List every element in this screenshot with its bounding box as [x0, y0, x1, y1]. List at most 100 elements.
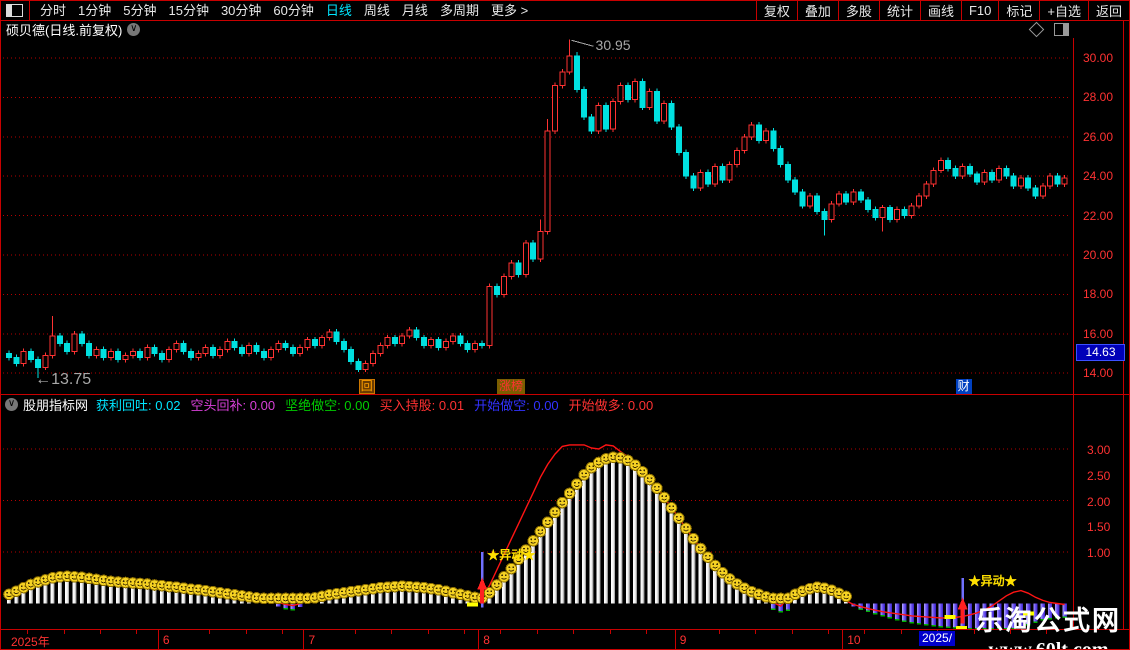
date-axis-tick	[246, 630, 247, 634]
last-price-marker: 14.63	[1076, 344, 1125, 361]
price-annotation: 30.95	[595, 37, 631, 54]
date-axis-tick	[646, 630, 647, 634]
date-axis-tick	[100, 630, 101, 634]
title-icons	[1028, 21, 1091, 38]
price-axis-label: 18.00	[1083, 287, 1114, 302]
date-axis-tick	[755, 630, 756, 634]
price-annotation: ←13.75	[35, 371, 92, 389]
period-tab-60分钟[interactable]: 60分钟	[273, 2, 313, 20]
date-axis-tick	[282, 630, 283, 634]
indicator-collapse-icon[interactable]: ∨	[5, 397, 18, 411]
indicator-legend-item: 买入持股: 0.01	[379, 397, 465, 413]
period-tab-15分钟[interactable]: 15分钟	[168, 2, 208, 20]
date-axis-label: 8	[483, 633, 490, 647]
date-axis-label: 6	[162, 633, 170, 647]
date-axis-tick	[537, 630, 538, 634]
date-axis-tick	[209, 630, 210, 634]
month-separator	[842, 630, 844, 649]
month-separator	[303, 630, 305, 649]
date-axis-tick	[355, 630, 356, 634]
period-tab-分时[interactable]: 分时	[40, 2, 66, 20]
date-axis-tick	[901, 630, 902, 634]
toolbar-button-标记[interactable]: 标记	[998, 1, 1039, 20]
date-axis-tick	[573, 630, 574, 634]
period-tab-5分钟[interactable]: 5分钟	[123, 2, 156, 20]
title-row: 硕贝德(日线.前复权) ∨	[6, 22, 141, 38]
indicator-legend-item: 开始做空: 0.00	[474, 397, 559, 413]
date-axis-label: 2025年	[11, 635, 50, 649]
period-tab-月线[interactable]: 月线	[402, 2, 428, 20]
stock-title: 硕贝德(日线.前复权)	[6, 23, 123, 38]
price-axis-label: 24.00	[1083, 169, 1114, 184]
toolbar-button-画线[interactable]: 画线	[919, 1, 961, 20]
event-tag-回[interactable]: 回	[358, 379, 375, 394]
toolbar-actions: 复权 叠加 多股 统计 画线 F10 标记 +自选 返回	[755, 1, 1129, 20]
date-axis[interactable]: 2025/ 2025年 6 7 8 9 10	[1, 629, 1129, 649]
date-axis-tick	[792, 630, 793, 634]
date-axis-tick	[610, 630, 611, 634]
indicator-axis-label: 3.00	[1087, 443, 1111, 457]
date-axis-label: 10	[847, 633, 861, 647]
date-axis-tick	[974, 630, 975, 634]
indicator-legend-item: 坚绝做空: 0.00	[285, 397, 370, 413]
watermark-title: 乐淘公式网	[976, 606, 1121, 636]
indicator-header: ∨ 股朋指标网 获利回吐: 0.02 空头回补: 0.00 坚绝做空: 0.00 买入…	[5, 395, 663, 414]
date-cursor-box: 2025/	[919, 631, 956, 646]
period-tab-周线[interactable]: 周线	[364, 2, 390, 20]
period-tab-30分钟[interactable]: 30分钟	[221, 2, 261, 20]
period-tabs: 分时 1分钟 5分钟 15分钟 30分钟 60分钟 日线 周线 月线 多周期 更多 >	[34, 2, 534, 20]
price-axis-label: 20.00	[1083, 248, 1114, 262]
toolbar-button-多股[interactable]: 多股	[837, 1, 879, 20]
title-dropdown-chevron-icon[interactable]: ∨	[127, 23, 141, 36]
price-axis-label: 28.00	[1083, 90, 1114, 105]
date-axis-tick	[719, 630, 720, 634]
price-axis-label: 14.00	[1083, 366, 1114, 381]
price-axis-label: 26.00	[1083, 129, 1114, 144]
date-axis-label: 7	[308, 633, 316, 647]
toolbar-button-+自选[interactable]: +自选	[1039, 1, 1088, 20]
watermark: 乐淘公式网 www.60lt.com	[976, 599, 1121, 650]
indicator-legend-item: 空头回补: 0.00	[190, 397, 276, 413]
signal-label: ★异动★	[487, 548, 536, 562]
right-inner-frame	[1123, 21, 1124, 629]
month-separator	[478, 630, 480, 649]
trading-app-window: 分时 1分钟 5分钟 15分钟 30分钟 60分钟 日线 周线 月线 多周期 更多 > 复权 叠加 多股…	[0, 0, 1130, 650]
indicator-axis-label: 1.50	[1087, 520, 1111, 535]
period-tab-多周期[interactable]: 多周期	[440, 2, 479, 20]
watermark-url: www.60lt.com	[988, 639, 1109, 650]
date-axis-tick	[828, 630, 829, 634]
date-axis-tick	[428, 630, 429, 634]
date-axis-tick	[500, 630, 501, 634]
date-axis-tick	[464, 630, 465, 634]
indicator-axis-label: 2.00	[1087, 494, 1111, 509]
toolbar-button-返回[interactable]: 返回	[1087, 1, 1129, 20]
indicator-axis-label: 2.50	[1087, 468, 1111, 483]
indicator-axis-label: 1.00	[1087, 546, 1111, 560]
price-axis-label: 22.00	[1083, 208, 1114, 223]
toolbar-button-F10[interactable]: F10	[960, 1, 998, 20]
diamond-icon[interactable]	[1028, 21, 1045, 38]
event-tag-涨榜[interactable]: 涨榜	[497, 379, 526, 394]
date-axis-tick	[864, 630, 865, 634]
date-axis-label: 9	[679, 633, 687, 647]
toolbar-button-复权[interactable]: 复权	[755, 1, 797, 20]
toolbar-button-叠加[interactable]: 叠加	[796, 1, 838, 20]
price-axis-label: 30.00	[1083, 51, 1114, 65]
toolbar: 分时 1分钟 5分钟 15分钟 30分钟 60分钟 日线 周线 月线 多周期 更多 > 复权 叠加 多股…	[1, 1, 1129, 21]
indicator-name: 股朋指标网	[23, 397, 89, 413]
chart-canvas	[3, 39, 1071, 631]
period-tab-更多 >[interactable]: 更多 >	[491, 2, 528, 20]
date-axis-tick	[136, 630, 137, 634]
panel-toggle-icon[interactable]	[1054, 23, 1069, 36]
date-axis-tick	[391, 630, 392, 634]
date-axis-tick	[64, 630, 65, 634]
month-separator	[674, 630, 676, 649]
indicator-legend-item: 开始做多: 0.00	[568, 397, 654, 413]
toolbar-button-统计[interactable]: 统计	[878, 1, 920, 20]
indicator-legend-item: 获利回吐: 0.02	[96, 397, 181, 413]
layout-split-icon[interactable]	[6, 4, 23, 17]
period-tab-1分钟[interactable]: 1分钟	[78, 2, 111, 20]
period-tab-日线[interactable]: 日线	[326, 2, 352, 20]
indicator-legend: 获利回吐: 0.02 空头回补: 0.00 坚绝做空: 0.00 买入持股: 0.01…	[96, 395, 663, 414]
event-tag-财[interactable]: 财	[955, 379, 972, 394]
